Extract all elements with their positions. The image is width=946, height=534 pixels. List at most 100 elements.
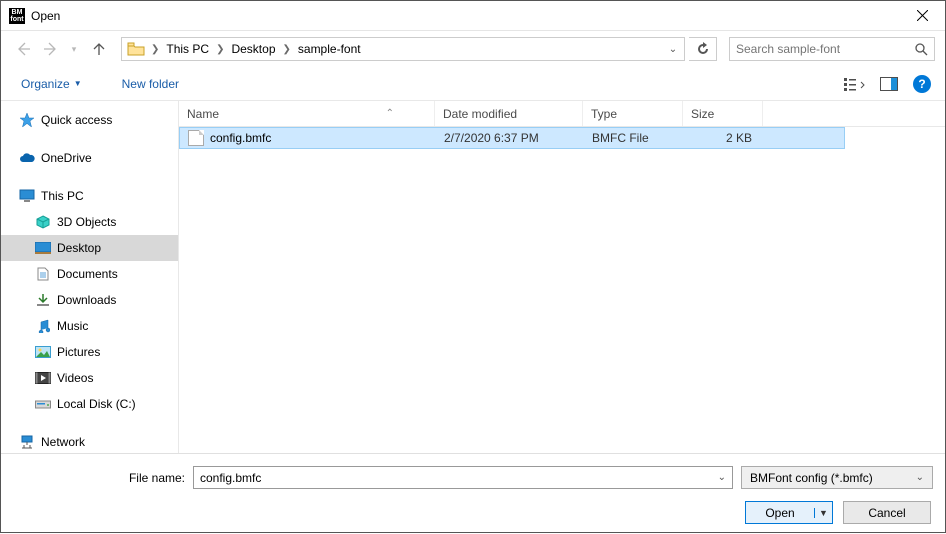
sidebar-label: Network — [41, 435, 85, 449]
video-icon — [35, 370, 51, 386]
sidebar-label: Videos — [57, 371, 93, 385]
cloud-icon — [19, 150, 35, 166]
breadcrumb-samplefont[interactable]: sample-font — [294, 38, 365, 60]
filter-label: BMFont config (*.bmfc) — [750, 471, 873, 485]
column-type[interactable]: Type — [583, 101, 683, 126]
sidebar-item-3d-objects[interactable]: 3D Objects — [1, 209, 178, 235]
file-icon — [188, 130, 204, 146]
drive-icon — [35, 396, 51, 412]
new-folder-label: New folder — [122, 77, 179, 91]
open-button[interactable]: Open ▼ — [745, 501, 833, 524]
sidebar-label: Pictures — [57, 345, 100, 359]
window-title: Open — [31, 9, 900, 23]
body: Quick access OneDrive This PC 3D Objects… — [1, 101, 945, 453]
desktop-icon — [35, 240, 51, 256]
sidebar-item-pictures[interactable]: Pictures — [1, 339, 178, 365]
star-icon — [19, 112, 35, 128]
sidebar-item-downloads[interactable]: Downloads — [1, 287, 178, 313]
sidebar-item-documents[interactable]: Documents — [1, 261, 178, 287]
refresh-icon — [696, 42, 710, 56]
sidebar-item-videos[interactable]: Videos — [1, 365, 178, 391]
sidebar-item-network[interactable]: Network — [1, 429, 178, 453]
sort-asc-icon: ⌃ — [386, 108, 394, 119]
filetype-filter[interactable]: BMFont config (*.bmfc) ⌄ — [741, 466, 933, 489]
close-icon — [917, 10, 928, 21]
search-box[interactable] — [729, 37, 935, 61]
filename-input[interactable] — [200, 471, 712, 485]
chevron-down-icon: ⌄ — [916, 472, 924, 483]
titlebar: BMfont Open — [1, 1, 945, 31]
cancel-label: Cancel — [868, 506, 905, 520]
cube-icon — [35, 214, 51, 230]
sidebar-item-localdisk[interactable]: Local Disk (C:) — [1, 391, 178, 417]
music-icon — [35, 318, 51, 334]
file-date: 2/7/2020 6:37 PM — [436, 131, 584, 145]
view-icon — [844, 77, 866, 91]
sidebar-item-music[interactable]: Music — [1, 313, 178, 339]
sidebar-label: Local Disk (C:) — [57, 397, 136, 411]
refresh-button[interactable] — [689, 37, 717, 61]
preview-pane-button[interactable] — [875, 72, 903, 96]
chevron-right-icon: ❯ — [280, 44, 294, 55]
arrow-right-icon — [43, 41, 59, 57]
toolbar: Organize ▼ New folder ? — [1, 67, 945, 101]
organize-label: Organize — [21, 77, 70, 91]
sidebar-label: OneDrive — [41, 151, 92, 165]
close-button[interactable] — [900, 1, 945, 31]
search-icon — [914, 42, 928, 56]
address-dropdown[interactable]: ⌄ — [664, 44, 682, 55]
sidebar-item-onedrive[interactable]: OneDrive — [1, 145, 178, 171]
sidebar-label: 3D Objects — [57, 215, 116, 229]
new-folder-button[interactable]: New folder — [116, 73, 185, 95]
sidebar-item-thispc[interactable]: This PC — [1, 183, 178, 209]
file-size: 2 KB — [684, 131, 764, 145]
file-area: Name ⌃ Date modified Type Size config.bm… — [179, 101, 945, 453]
open-label: Open — [746, 506, 814, 520]
open-split-dropdown[interactable]: ▼ — [814, 508, 832, 518]
cancel-button[interactable]: Cancel — [843, 501, 931, 524]
column-size[interactable]: Size — [683, 101, 763, 126]
folder-icon — [126, 41, 146, 57]
chevron-right-icon: ❯ — [148, 44, 162, 55]
breadcrumb-desktop[interactable]: Desktop — [227, 38, 279, 60]
sidebar: Quick access OneDrive This PC 3D Objects… — [1, 101, 179, 453]
file-type: BMFC File — [584, 131, 684, 145]
column-date[interactable]: Date modified — [435, 101, 583, 126]
navbar: ▾ ❯ This PC ❯ Desktop ❯ sample-font ⌄ — [1, 31, 945, 67]
column-headers: Name ⌃ Date modified Type Size — [179, 101, 945, 127]
arrow-left-icon — [15, 41, 31, 57]
search-input[interactable] — [736, 42, 914, 56]
arrow-up-icon — [92, 42, 106, 56]
sidebar-label: This PC — [41, 189, 84, 203]
sidebar-item-desktop[interactable]: Desktop — [1, 235, 178, 261]
panel-icon — [880, 77, 898, 91]
breadcrumb-thispc[interactable]: This PC — [162, 38, 213, 60]
recent-dropdown[interactable]: ▾ — [67, 37, 81, 61]
help-button[interactable]: ? — [913, 75, 931, 93]
sidebar-label: Music — [57, 319, 88, 333]
chevron-right-icon: ❯ — [213, 44, 227, 55]
monitor-icon — [19, 188, 35, 204]
filename-label: File name: — [13, 471, 185, 485]
chevron-down-icon: ▼ — [74, 79, 82, 88]
forward-button[interactable] — [39, 37, 63, 61]
file-row[interactable]: config.bmfc 2/7/2020 6:37 PM BMFC File 2… — [179, 127, 845, 149]
download-icon — [35, 292, 51, 308]
address-bar[interactable]: ❯ This PC ❯ Desktop ❯ sample-font ⌄ — [121, 37, 685, 61]
footer: File name: ⌄ BMFont config (*.bmfc) ⌄ Op… — [1, 453, 945, 534]
sidebar-item-quick-access[interactable]: Quick access — [1, 107, 178, 133]
app-icon: BMfont — [9, 8, 25, 24]
back-button[interactable] — [11, 37, 35, 61]
view-options-button[interactable] — [841, 72, 869, 96]
sidebar-label: Desktop — [57, 241, 101, 255]
up-button[interactable] — [87, 37, 111, 61]
organize-button[interactable]: Organize ▼ — [15, 73, 88, 95]
chevron-down-icon[interactable]: ⌄ — [712, 472, 726, 483]
network-icon — [19, 434, 35, 450]
file-name: config.bmfc — [210, 131, 271, 145]
sidebar-label: Downloads — [57, 293, 116, 307]
sidebar-label: Quick access — [41, 113, 112, 127]
column-name[interactable]: Name ⌃ — [179, 101, 435, 126]
filename-combobox[interactable]: ⌄ — [193, 466, 733, 489]
document-icon — [35, 266, 51, 282]
